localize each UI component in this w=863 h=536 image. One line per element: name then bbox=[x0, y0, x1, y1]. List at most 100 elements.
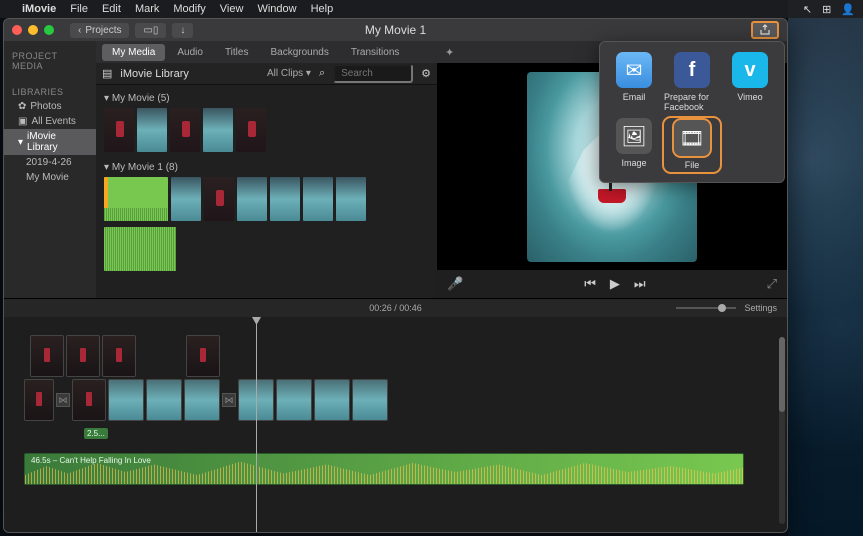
share-facebook[interactable]: f Prepare for Facebook bbox=[664, 52, 720, 112]
settings-gear-icon[interactable]: ⚙ bbox=[421, 67, 431, 80]
share-vimeo-label: Vimeo bbox=[737, 92, 762, 102]
status-icon[interactable]: ↖ bbox=[803, 3, 812, 16]
status-icon[interactable]: ⊞ bbox=[822, 3, 831, 16]
clip-thumb[interactable] bbox=[137, 108, 167, 152]
sidebar-item-allevents[interactable]: ▣ All Events bbox=[4, 114, 96, 129]
clip-thumb[interactable] bbox=[270, 177, 300, 221]
projects-label: Projects bbox=[85, 25, 121, 36]
vimeo-icon: v bbox=[732, 52, 768, 88]
desktop-wallpaper bbox=[788, 0, 863, 536]
tab-audio[interactable]: Audio bbox=[167, 44, 213, 61]
audio-track[interactable]: 46.5s – Can't Help Falling In Love bbox=[24, 453, 744, 485]
macos-menubar: iMovie File Edit Mark Modify View Window… bbox=[0, 0, 863, 18]
menu-help[interactable]: Help bbox=[311, 3, 334, 15]
share-email-label: Email bbox=[623, 92, 646, 102]
menu-view[interactable]: View bbox=[220, 3, 244, 15]
share-popover: ✉ Email f Prepare for Facebook v Vimeo 🖼… bbox=[599, 41, 785, 183]
playhead[interactable] bbox=[256, 317, 257, 532]
timeline-clip[interactable] bbox=[72, 379, 106, 421]
minimize-icon[interactable] bbox=[28, 25, 38, 35]
sidebar-label: All Events bbox=[31, 116, 75, 127]
fullscreen-icon[interactable]: ⤢ bbox=[767, 276, 777, 292]
projects-button[interactable]: ‹ Projects bbox=[70, 23, 129, 38]
zoom-icon[interactable] bbox=[44, 25, 54, 35]
timeline-clip[interactable] bbox=[66, 335, 100, 377]
share-email[interactable]: ✉ Email bbox=[606, 52, 662, 112]
window-titlebar: ‹ Projects ▭▯ ↓ My Movie 1 bbox=[4, 19, 787, 41]
browser-toolbar: ▤ iMovie Library All Clips ▾ ⌕ ⚙ bbox=[96, 63, 437, 85]
sidebar-item-mymovie[interactable]: My Movie bbox=[4, 170, 96, 185]
menu-modify[interactable]: Modify bbox=[173, 3, 205, 15]
menu-app[interactable]: iMovie bbox=[22, 3, 56, 15]
sidebar-item-date[interactable]: 2019-4-26 bbox=[4, 155, 96, 170]
settings-button[interactable]: Settings bbox=[744, 303, 777, 313]
timeline-clip[interactable] bbox=[108, 379, 144, 421]
event-header[interactable]: ▾ My Movie (5) bbox=[104, 89, 429, 108]
clip-thumb[interactable] bbox=[336, 177, 366, 221]
timeline-clip[interactable] bbox=[30, 335, 64, 377]
transition-icon[interactable]: ⋈ bbox=[56, 393, 70, 407]
tab-backgrounds[interactable]: Backgrounds bbox=[260, 44, 338, 61]
clip-thumb[interactable] bbox=[237, 177, 267, 221]
status-user-icon[interactable]: 👤 bbox=[841, 3, 855, 16]
timeline-clip[interactable] bbox=[352, 379, 388, 421]
close-icon[interactable] bbox=[12, 25, 22, 35]
view-toggle[interactable]: ▭▯ bbox=[135, 23, 166, 38]
clip-thumb[interactable] bbox=[170, 108, 200, 152]
voiceover-icon[interactable]: 🎤 bbox=[447, 276, 463, 292]
prev-button[interactable]: ⏮ bbox=[584, 276, 596, 292]
timeline-clip[interactable] bbox=[102, 335, 136, 377]
menu-mark[interactable]: Mark bbox=[135, 3, 159, 15]
window-title: My Movie 1 bbox=[365, 23, 426, 37]
clip-thumb[interactable] bbox=[171, 177, 201, 221]
search-input[interactable] bbox=[333, 64, 413, 83]
tab-transitions[interactable]: Transitions bbox=[341, 44, 410, 61]
timeline-clip[interactable] bbox=[24, 379, 54, 421]
share-file[interactable]: 🎞 File bbox=[664, 118, 720, 172]
clip-thumb[interactable] bbox=[104, 108, 134, 152]
sidebar-label: 2019-4-26 bbox=[26, 157, 72, 168]
clip-thumb-audio[interactable] bbox=[104, 227, 176, 271]
imovie-window: ‹ Projects ▭▯ ↓ My Movie 1 ✉ Email f Pre… bbox=[3, 18, 788, 533]
tab-mymedia[interactable]: My Media bbox=[102, 44, 165, 61]
import-button[interactable]: ↓ bbox=[172, 23, 193, 38]
menu-file[interactable]: File bbox=[70, 3, 88, 15]
play-button[interactable]: ▶ bbox=[610, 276, 620, 292]
menu-window[interactable]: Window bbox=[257, 3, 296, 15]
sidebar-item-imovielib[interactable]: ▾ iMovie Library bbox=[4, 129, 96, 155]
tab-titles[interactable]: Titles bbox=[215, 44, 259, 61]
transition-icon[interactable]: ⋈ bbox=[222, 393, 236, 407]
share-image[interactable]: 🖼 Image bbox=[606, 118, 662, 172]
clip-thumb-audio[interactable] bbox=[104, 177, 168, 221]
share-fb-label: Prepare for Facebook bbox=[664, 92, 720, 112]
timeline-clip[interactable] bbox=[186, 335, 220, 377]
timeline[interactable]: ⋈ ⋈ 2.5... 46.5s – Can't Help Falling In… bbox=[4, 317, 787, 532]
timeline-clip[interactable] bbox=[146, 379, 182, 421]
share-icon bbox=[759, 24, 771, 36]
list-view-icon[interactable]: ▤ bbox=[102, 67, 112, 80]
library-sidebar: PROJECT MEDIA LIBRARIES ✿ Photos ▣ All E… bbox=[4, 41, 96, 298]
next-button[interactable]: ⏭ bbox=[634, 276, 646, 292]
clips-filter[interactable]: All Clips ▾ bbox=[267, 68, 311, 79]
wand-icon[interactable]: ✦ bbox=[445, 46, 454, 59]
timeline-clip[interactable] bbox=[276, 379, 312, 421]
menu-edit[interactable]: Edit bbox=[102, 3, 121, 15]
clip-thumb[interactable] bbox=[204, 177, 234, 221]
zoom-slider[interactable] bbox=[676, 307, 736, 309]
clip-thumb[interactable] bbox=[236, 108, 266, 152]
sidebar-item-photos[interactable]: ✿ Photos bbox=[4, 99, 96, 114]
timeline-clip[interactable] bbox=[184, 379, 220, 421]
event-header[interactable]: ▾ My Movie 1 (8) bbox=[104, 158, 429, 177]
audio-clip-tag[interactable]: 2.5... bbox=[84, 428, 108, 439]
email-icon: ✉ bbox=[616, 52, 652, 88]
browser-tabs: My Media Audio Titles Backgrounds Transi… bbox=[96, 41, 437, 63]
share-button[interactable] bbox=[751, 21, 779, 39]
vertical-scrollbar[interactable] bbox=[779, 337, 785, 524]
image-icon: 🖼 bbox=[616, 118, 652, 154]
clip-thumb[interactable] bbox=[203, 108, 233, 152]
clip-thumb[interactable] bbox=[303, 177, 333, 221]
facebook-icon: f bbox=[674, 52, 710, 88]
timeline-header: 00:26 / 00:46 Settings bbox=[4, 299, 787, 317]
share-vimeo[interactable]: v Vimeo bbox=[722, 52, 778, 112]
timeline-clip[interactable] bbox=[314, 379, 350, 421]
